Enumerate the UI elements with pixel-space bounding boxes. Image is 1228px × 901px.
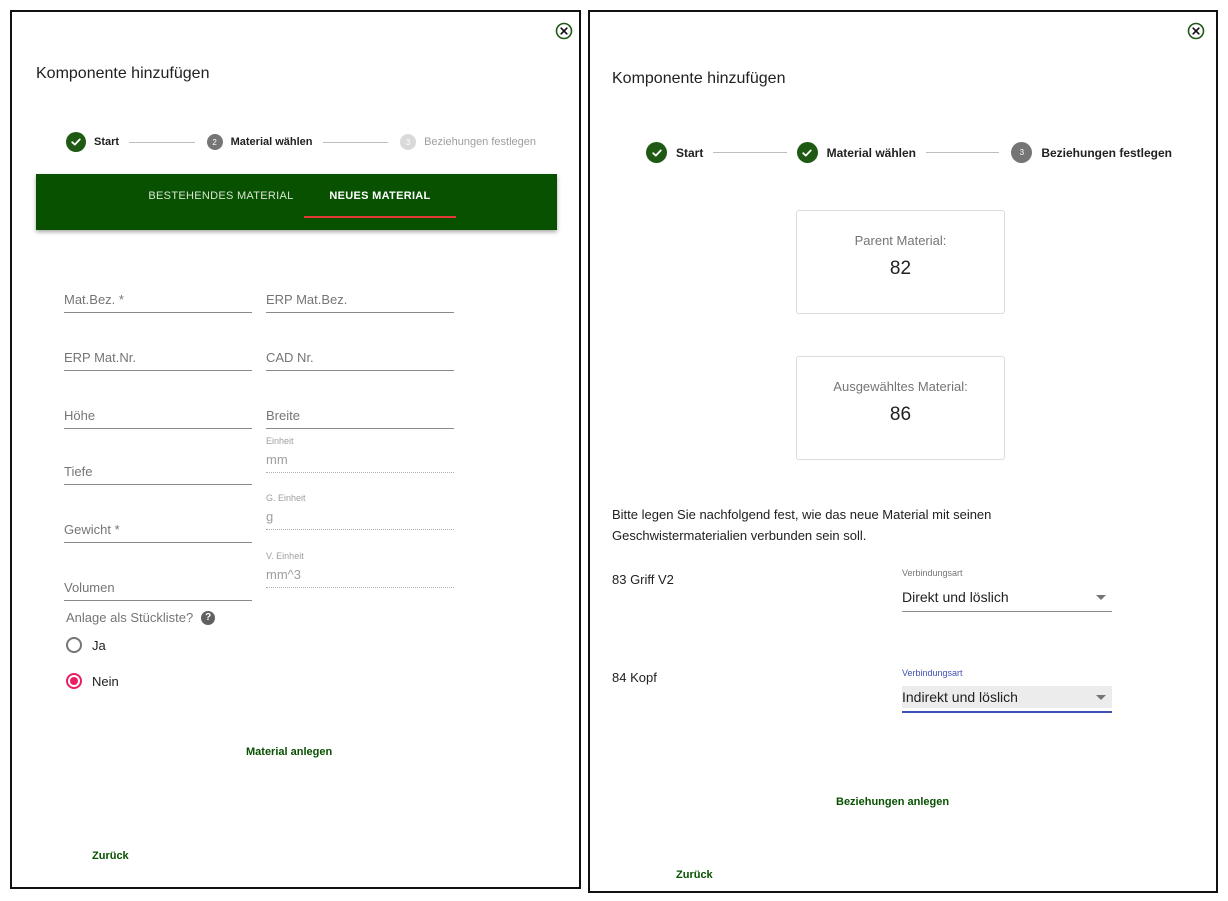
step-material-waehlen[interactable]: 2 Material wählen (205, 134, 313, 150)
erp-mat-bez-placeholder: ERP Mat.Bez. (266, 292, 348, 307)
step-label: Material wählen (230, 136, 313, 148)
step-connector (129, 141, 195, 143)
step-beziehungen-festlegen[interactable]: 3 Beziehungen festlegen (1009, 142, 1172, 163)
select-label: Verbindungsart (902, 668, 963, 678)
gewicht-field[interactable]: Gewicht * (64, 506, 252, 543)
erp-mat-bez-field[interactable]: ERP Mat.Bez. (266, 276, 454, 313)
step-connector (713, 152, 787, 153)
step-start[interactable]: Start (646, 142, 703, 163)
tab-active-indicator (304, 216, 456, 218)
stepper: Start Material wählen 3 Beziehungen fest… (646, 142, 1172, 163)
parent-material-value: 82 (889, 258, 912, 279)
step-number-badge: 3 (1011, 142, 1033, 163)
close-icon[interactable] (1187, 22, 1205, 40)
parent-material-card: Parent Material: 82 (796, 210, 1005, 314)
select-value: Indirekt und löslich (902, 689, 1018, 705)
sibling-name: 83 Griff V2 (612, 572, 674, 587)
help-circle-icon[interactable]: ? (201, 610, 216, 625)
radio-button[interactable] (66, 673, 82, 689)
tiefe-placeholder: Tiefe (64, 464, 93, 479)
g-einheit-field: G. Einheit g (266, 493, 454, 530)
tab-existing-material[interactable]: BESTEHENDES MATERIAL (148, 174, 294, 222)
step-label: Beziehungen festlegen (424, 136, 537, 148)
g-einheit-value: g (266, 509, 274, 524)
selected-material-card: Ausgewähltes Material: 86 (796, 356, 1005, 460)
hoehe-placeholder: Höhe (64, 408, 96, 423)
arrow-drop-down-icon (1096, 695, 1106, 700)
sibling-name: 84 Kopf (612, 670, 657, 685)
selected-material-label: Ausgewähltes Material: (833, 379, 968, 394)
back-button[interactable]: Zurück (676, 869, 713, 881)
dialog-new-material: Komponente hinzufügen Start 2 Material w… (10, 10, 581, 889)
step-number-badge: 2 (206, 134, 223, 150)
select-label: Verbindungsart (902, 568, 963, 578)
v-einheit-value: mm^3 (266, 567, 301, 582)
parent-material-label: Parent Material: (854, 233, 947, 248)
selected-material-value: 86 (889, 404, 912, 425)
volumen-field[interactable]: Volumen (64, 564, 252, 601)
erp-mat-nr-field[interactable]: ERP Mat.Nr. (64, 334, 252, 371)
step-connector (322, 141, 389, 143)
material-tabbar: BESTEHENDES MATERIAL NEUES MATERIAL (36, 174, 557, 230)
g-einheit-label: G. Einheit (266, 493, 306, 503)
v-einheit-label: V. Einheit (266, 551, 304, 561)
mat-bez-field[interactable]: Mat.Bez. * (64, 276, 252, 313)
step-label: Start (94, 136, 120, 148)
einheit-label: Einheit (266, 436, 294, 446)
step-material-waehlen[interactable]: Material wählen (796, 142, 917, 163)
arrow-drop-down-icon (1096, 595, 1106, 600)
select-value: Direkt und löslich (902, 589, 1009, 605)
cad-nr-field[interactable]: CAD Nr. (266, 334, 454, 371)
radio-nein[interactable]: Nein (66, 673, 119, 689)
dialog-title: Komponente hinzufügen (612, 70, 786, 87)
hoehe-field[interactable]: Höhe (64, 392, 252, 429)
einheit-value: mm (266, 452, 288, 467)
step-label: Material wählen (826, 145, 917, 160)
step-connector (926, 152, 1000, 153)
close-icon[interactable] (555, 22, 573, 40)
breite-field[interactable]: Breite (266, 392, 454, 429)
relations-instructions: Bitte legen Sie nachfolgend fest, wie da… (612, 507, 992, 543)
tab-new-material[interactable]: NEUES MATERIAL (304, 174, 456, 222)
step-start[interactable]: Start (66, 132, 119, 152)
v-einheit-field: V. Einheit mm^3 (266, 551, 454, 588)
volumen-placeholder: Volumen (64, 580, 115, 595)
back-button[interactable]: Zurück (92, 850, 129, 862)
cad-nr-placeholder: CAD Nr. (266, 350, 314, 365)
mat-bez-placeholder: Mat.Bez. * (64, 292, 124, 307)
stepper: Start 2 Material wählen 3 Beziehungen fe… (66, 132, 536, 152)
step-number-badge: 3 (400, 134, 417, 150)
radio-label: Nein (92, 673, 119, 689)
check-circle-icon (66, 132, 86, 152)
radio-label: Ja (92, 637, 106, 653)
material-anlegen-button[interactable]: Material anlegen (246, 746, 332, 758)
radio-ja[interactable]: Ja (66, 637, 106, 653)
check-circle-icon (796, 142, 818, 163)
erp-mat-nr-placeholder: ERP Mat.Nr. (64, 350, 137, 365)
step-label: Beziehungen festlegen (1041, 145, 1172, 160)
step-beziehungen-festlegen[interactable]: 3 Beziehungen festlegen (398, 134, 536, 150)
stueckliste-label: Anlage als Stückliste? (66, 610, 194, 625)
beziehungen-anlegen-button[interactable]: Beziehungen anlegen (836, 796, 949, 808)
verbindungsart-select-2[interactable]: Verbindungsart Indirekt und löslich (902, 668, 1112, 713)
verbindungsart-select-1[interactable]: Verbindungsart Direkt und löslich (902, 568, 1112, 612)
step-label: Start (676, 145, 704, 160)
breite-placeholder: Breite (266, 408, 300, 423)
dialog-relations: Komponente hinzufügen Start Material wäh… (588, 10, 1218, 893)
check-circle-icon (646, 142, 667, 163)
tiefe-field[interactable]: Tiefe (64, 448, 252, 485)
stueckliste-question: Anlage als Stückliste? ? (66, 610, 216, 625)
radio-button[interactable] (66, 637, 82, 653)
einheit-field: Einheit mm (266, 436, 454, 473)
dialog-title: Komponente hinzufügen (36, 65, 210, 82)
gewicht-placeholder: Gewicht * (64, 522, 120, 537)
